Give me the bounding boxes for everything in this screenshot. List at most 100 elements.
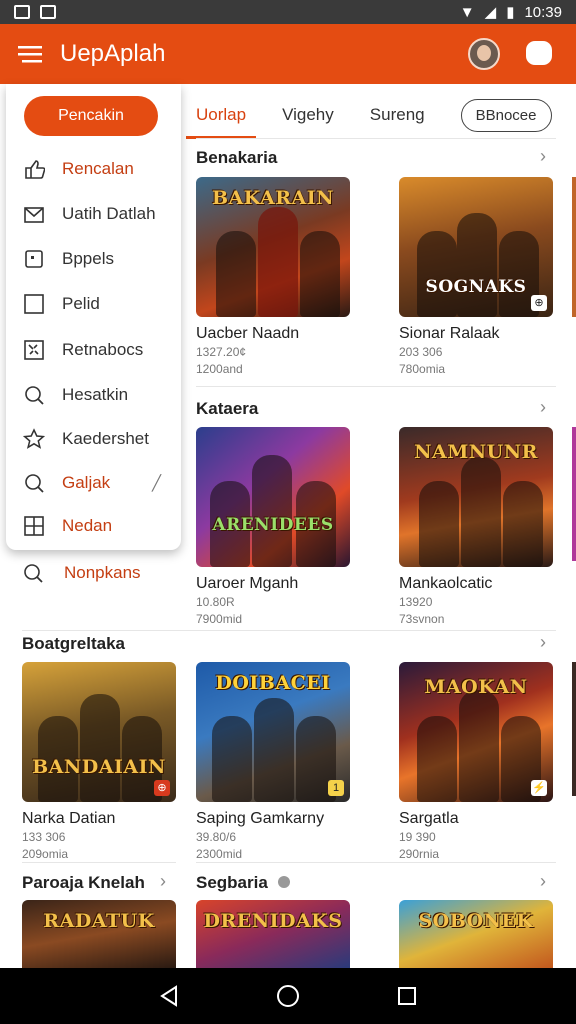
tab-bbnocee[interactable]: BBnocee	[460, 98, 552, 132]
drawer-item-nedan[interactable]: Nedan	[6, 506, 181, 546]
tab-uorlap[interactable]: Uorlap	[185, 105, 257, 139]
system-nav-bar	[0, 968, 576, 1024]
drawer-item-retnabocs[interactable]: Retnabocs	[6, 330, 181, 370]
game-logo: BANDAIAIN	[32, 756, 166, 778]
section-title: Kataera	[196, 399, 259, 418]
game-thumbnail: RADATUK	[22, 900, 176, 968]
game-logo: SOBONEK	[418, 910, 534, 932]
game-meta: 19 390	[399, 830, 436, 844]
home-icon[interactable]	[276, 984, 300, 1008]
section-title: Segbaria	[196, 873, 268, 892]
drawer-item-label: Uatih Datlah	[62, 204, 156, 223]
game-logo: ARENIDEES	[212, 515, 334, 535]
square-icon	[22, 292, 46, 316]
game-meta: 1327.20¢	[196, 345, 247, 359]
game-card[interactable]: SOBONEK	[399, 900, 553, 968]
game-logo: NAMNUNR	[414, 441, 538, 463]
badge-icon: ⊕	[154, 780, 170, 796]
game-meta: 7900mid	[196, 612, 243, 626]
drawer-item-rencalan[interactable]: Rencalan	[6, 149, 181, 189]
drawer-item-galjak[interactable]: Galjak ╱	[6, 463, 181, 503]
search-icon	[24, 564, 43, 583]
game-logo: SOGNAKS	[425, 277, 527, 297]
game-thumbnail: BAKARAIN	[196, 177, 350, 317]
tab-sureng[interactable]: Sureng	[370, 105, 425, 125]
game-card[interactable]: BANDAIAIN ⊕ Narka Datian 133 306 209omia	[22, 662, 176, 862]
status-bar: ▼ ◢ ▮ 10:39	[0, 0, 576, 24]
avatar[interactable]	[468, 38, 500, 70]
game-card[interactable]: NAMNUNR Mankaolcatic 13920 73svnon	[399, 427, 553, 627]
game-card[interactable]: MAOKAN ⚡ Sargatla 19 390 290rnia	[399, 662, 553, 862]
game-meta: 209omia	[22, 847, 69, 861]
game-name: Uaroer Mganh	[196, 575, 299, 592]
chevron-right-icon[interactable]: ›	[540, 632, 546, 653]
sidebar-item-label: Nonpkans	[64, 563, 141, 582]
menu-icon[interactable]	[18, 44, 42, 64]
game-card[interactable]: DOIBACEI 1 Saping Gamkarny 39.80/6 2300m…	[196, 662, 350, 862]
star-icon	[22, 427, 46, 451]
drawer-item-bppels[interactable]: Bppels	[6, 239, 181, 279]
badge-icon: 1	[328, 780, 344, 796]
drawer-item-label: Retnabocs	[62, 340, 144, 359]
tab-divider	[196, 138, 556, 139]
drawer-item-kaedershet[interactable]: Kaedershet	[6, 419, 181, 459]
section-title: Boatgreltaka	[22, 634, 125, 653]
grid-icon	[22, 338, 46, 362]
app-title: UepAplah	[60, 40, 166, 67]
gallery-notification-icon	[14, 5, 30, 19]
game-card[interactable]: RADATUK	[22, 900, 176, 968]
game-thumbnail: DRENIDAKS	[196, 900, 350, 968]
game-logo: DRENIDAKS	[203, 910, 343, 932]
drawer-item-pelid[interactable]: Pelid	[6, 284, 181, 324]
next-card-peek	[572, 662, 576, 796]
next-card-peek	[572, 427, 576, 561]
game-meta: 13920	[399, 595, 433, 609]
drawer-item-label: Galjak	[62, 473, 111, 492]
chevron-right-icon[interactable]: ›	[540, 397, 546, 418]
next-card-peek	[572, 177, 576, 317]
game-thumbnail: NAMNUNR	[399, 427, 553, 567]
badge-icon: ⚡	[531, 780, 547, 796]
tab-vigehy[interactable]: Vigehy	[282, 105, 334, 125]
chevron-right-icon[interactable]: ›	[160, 871, 166, 892]
drawer-item-hesatkin[interactable]: Hesatkin	[6, 375, 181, 415]
navigation-drawer: Pencakin Rencalan Uatih Datlah Bppels Pe…	[6, 84, 181, 550]
game-card[interactable]: DRENIDAKS	[196, 900, 350, 968]
game-card[interactable]: SOGNAKS ⊕ Sionar Ralaak 203 306 780omia	[399, 177, 553, 377]
game-name: Sargatla	[399, 810, 459, 827]
game-card[interactable]: BAKARAIN Uacber Naadn 1327.20¢ 1200and	[196, 177, 350, 377]
game-thumbnail: MAOKAN ⚡	[399, 662, 553, 802]
chevron-right-icon[interactable]: ›	[540, 871, 546, 892]
game-meta: 73svnon	[399, 612, 445, 626]
section-divider	[196, 386, 556, 387]
recents-icon[interactable]	[396, 985, 418, 1007]
drawer-primary-button[interactable]: Pencakin	[24, 96, 158, 136]
note-icon	[22, 247, 46, 271]
game-meta: 780omia	[399, 362, 446, 376]
game-thumbnail: DOIBACEI 1	[196, 662, 350, 802]
back-icon[interactable]	[158, 985, 180, 1007]
shield-icon	[278, 876, 290, 888]
game-meta: 1200and	[196, 362, 243, 376]
game-name: Narka Datian	[22, 810, 116, 827]
game-meta: 2300mid	[196, 847, 243, 861]
thumbs-up-icon	[22, 157, 46, 181]
grid-icon	[22, 514, 46, 538]
edit-icon[interactable]: ╱	[152, 474, 161, 492]
app-bar: UepAplah	[0, 24, 576, 84]
game-meta: 10.80R	[196, 595, 235, 609]
chat-icon[interactable]	[526, 41, 552, 65]
sidebar-item-nonpkans[interactable]: Nonpkans	[22, 562, 141, 584]
envelope-check-icon	[22, 202, 46, 226]
game-thumbnail: BANDAIAIN ⊕	[22, 662, 176, 802]
drawer-item-label: Pelid	[62, 294, 100, 313]
chevron-right-icon[interactable]: ›	[540, 146, 546, 167]
game-meta: 290rnia	[399, 847, 440, 861]
section-divider	[22, 630, 556, 631]
game-thumbnail: SOBONEK	[399, 900, 553, 968]
drawer-item-label: Rencalan	[62, 159, 134, 178]
drawer-item-uatih-datlah[interactable]: Uatih Datlah	[6, 194, 181, 234]
game-name: Saping Gamkarny	[196, 810, 325, 827]
game-card[interactable]: ARENIDEES Uaroer Mganh 10.80R 7900mid	[196, 427, 350, 627]
game-meta: 203 306	[399, 345, 443, 359]
